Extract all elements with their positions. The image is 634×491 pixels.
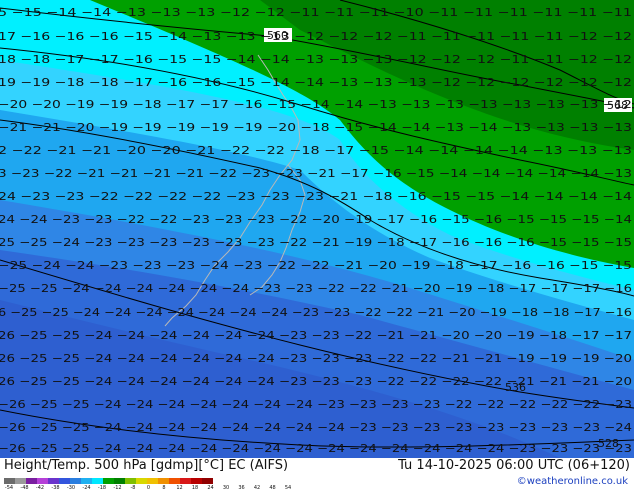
- temperature-row: 5 −15 −14 −14 −13 −13 −13 −12 −12 −11 −1…: [0, 6, 632, 19]
- temperature-row: −20 −20 −19 −19 −18 −17 −17 −16 −15 −14 …: [0, 98, 632, 111]
- map-title: Height/Temp. 500 hPa [gdmp][°C] EC (AIFS…: [4, 458, 289, 473]
- temperature-row: −21 −21 −20 −19 −19 −19 −19 −19 −20 −18 …: [0, 121, 632, 134]
- legend-tick-label: -30: [66, 485, 76, 491]
- temperature-row: 6 −25 −25 −24 −24 −24 −24 −24 −24 −24 −2…: [0, 306, 632, 319]
- legend-tick-label: 0: [146, 485, 151, 491]
- temperature-row: 3 −23 −22 −21 −21 −21 −21 −22 −23 −23 −2…: [0, 167, 632, 180]
- temperature-row: 18 −18 −17 −17 −16 −15 −15 −14 −14 −13 −…: [0, 53, 632, 66]
- color-legend: [4, 478, 213, 484]
- temperature-row: 17 −16 −16 −16 −15 −14 −13 −13 −13 −12 −…: [0, 30, 632, 43]
- temperature-row: −25 −24 −24 −23 −23 −23 −24 −23 −22 −22 …: [0, 259, 632, 272]
- legend-tick-label: -12: [113, 485, 122, 491]
- legend-swatch: [103, 478, 114, 484]
- legend-swatch: [114, 478, 125, 484]
- temperature-row: −26 −25 −25 −24 −24 −24 −24 −24 −24 −24 …: [0, 398, 632, 411]
- legend-swatch: [48, 478, 59, 484]
- temperature-row: 24 −24 −23 −23 −22 −22 −23 −23 −23 −22 −…: [0, 213, 632, 226]
- temperature-row: 26 −25 −25 −24 −24 −24 −24 −24 −24 −23 −…: [0, 375, 632, 388]
- legend-tick-label: -48: [20, 485, 29, 491]
- legend-tick-label: 42: [253, 485, 261, 491]
- legend-swatch: [158, 478, 169, 484]
- legend-swatch: [147, 478, 158, 484]
- legend-tick-label: -42: [35, 485, 45, 491]
- map-canvas: 560 568 536 528 5 −15 −14 −14 −13 −13 −1…: [0, 0, 634, 458]
- temperature-row: 26 −25 −25 −24 −24 −24 −24 −24 −24 −23 −…: [0, 352, 632, 365]
- legend-swatch: [191, 478, 202, 484]
- legend-swatch: [4, 478, 15, 484]
- legend-ticks: -54 -48 -42 -38 -30 -24 -18 -12 -8 0 8 12 18 24 30 36 42…: [0, 485, 300, 491]
- temperature-row: −25 −25 −24 −24 −24 −24 −24 −24 −23 −23 …: [0, 282, 632, 295]
- legend-swatch: [169, 478, 180, 484]
- temperature-row: 19 −19 −18 −18 −17 −16 −16 −15 −14 −14 −…: [0, 76, 632, 89]
- legend-swatch: [81, 478, 92, 484]
- legend-swatch: [59, 478, 70, 484]
- legend-tick-label: -24: [82, 485, 91, 491]
- legend-swatch: [70, 478, 81, 484]
- legend-tick-label: 24: [207, 485, 214, 491]
- temperature-row: 2 −22 −21 −21 −20 −20 −21 −22 −22 −18 −1…: [0, 144, 632, 157]
- legend-tick-label: 30: [222, 485, 230, 491]
- weather-map: 560 568 536 528 5 −15 −14 −14 −13 −13 −1…: [0, 0, 634, 458]
- legend-swatch: [26, 478, 37, 484]
- legend-tick-label: -8: [130, 485, 136, 491]
- legend-tick-label: -38: [51, 485, 60, 491]
- legend-tick-label: 8: [162, 485, 166, 491]
- legend-tick-label: 18: [191, 485, 199, 491]
- legend-swatch: [15, 478, 26, 484]
- legend-tick-label: 36: [238, 485, 245, 491]
- legend-swatch: [92, 478, 103, 484]
- legend-swatch: [125, 478, 136, 484]
- legend-swatch: [136, 478, 147, 484]
- legend-tick-label: 54: [284, 485, 292, 491]
- footer: Height/Temp. 500 hPa [gdmp][°C] EC (AIFS…: [0, 458, 634, 491]
- legend-tick-label: 48: [269, 485, 276, 491]
- temperature-row: 26 −25 −25 −24 −24 −24 −24 −24 −24 −23 −…: [0, 329, 632, 342]
- legend-swatch: [202, 478, 213, 484]
- temperature-row: −26 −25 −25 −24 −24 −24 −24 −24 −24 −24 …: [0, 421, 632, 434]
- legend-swatch: [180, 478, 191, 484]
- valid-time: Tu 14-10-2025 06:00 UTC (06+120): [398, 458, 630, 473]
- legend-tick-label: -18: [97, 485, 107, 491]
- temperature-row: 24 −23 −23 −22 −22 −22 −22 −23 −23 −23 −…: [0, 190, 632, 203]
- legend-tick-label: -54: [4, 485, 14, 491]
- legend-swatch: [37, 478, 48, 484]
- temperature-row: 25 −25 −24 −23 −23 −23 −23 −23 −23 −22 −…: [0, 236, 632, 249]
- legend-tick-label: 12: [176, 485, 183, 491]
- credit-link[interactable]: ©weatheronline.co.uk: [517, 476, 628, 487]
- temperature-row: −26 −25 −25 −24 −24 −24 −24 −24 −24 −24 …: [0, 442, 632, 455]
